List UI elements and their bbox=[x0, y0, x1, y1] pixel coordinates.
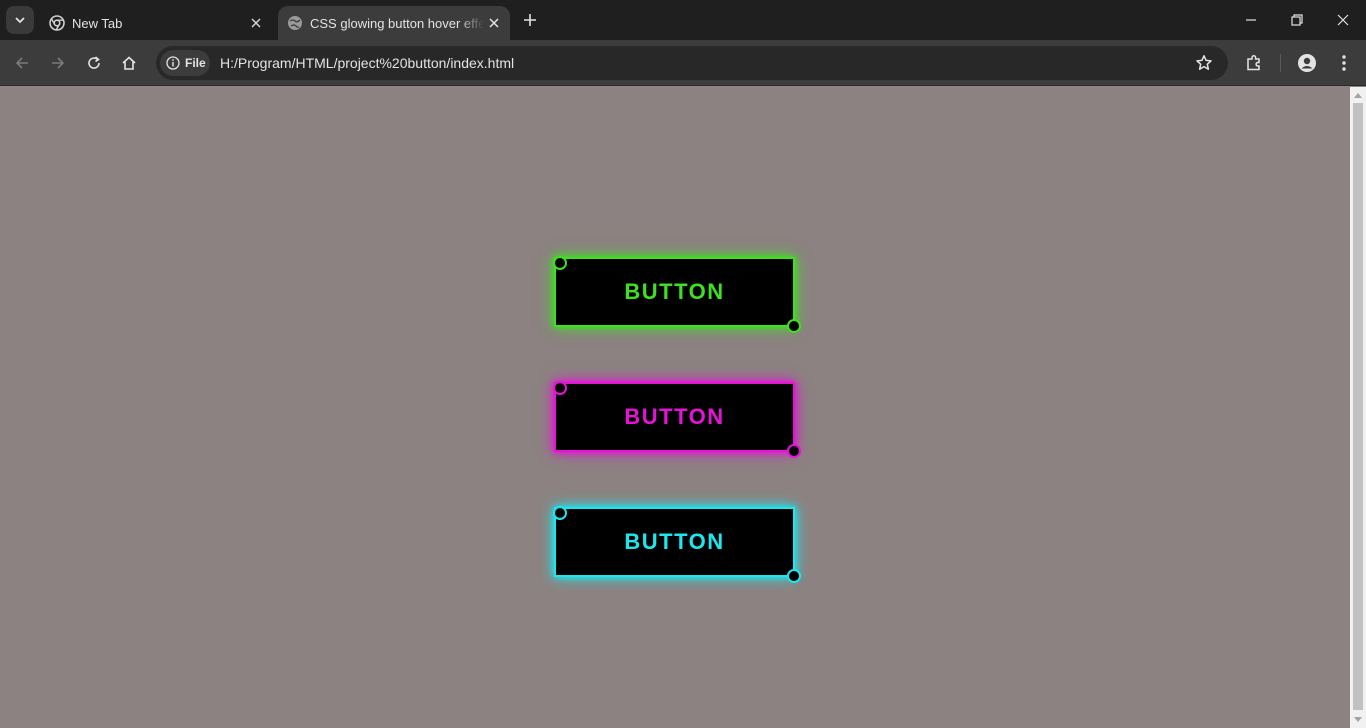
tab-title: CSS glowing button hover effect bbox=[310, 15, 484, 31]
bookmark-star-icon[interactable] bbox=[1194, 53, 1214, 73]
scrollbar-thumb[interactable] bbox=[1353, 103, 1363, 710]
site-info-chip[interactable]: File bbox=[160, 50, 210, 76]
reload-button[interactable] bbox=[80, 49, 108, 77]
browser-toolbar: File H:/Program/HTML/project%20button/in… bbox=[0, 40, 1366, 86]
scroll-down-arrow[interactable] bbox=[1354, 717, 1362, 722]
corner-dot bbox=[553, 381, 567, 395]
minimize-icon bbox=[1246, 19, 1256, 21]
tab-strip: New Tab CSS glowing button hover effect bbox=[0, 0, 1366, 40]
corner-dot bbox=[787, 319, 801, 333]
info-icon bbox=[166, 56, 180, 70]
button-label: BUTTON bbox=[624, 279, 725, 304]
magenta-glow-button[interactable]: BUTTON bbox=[553, 381, 801, 458]
minimize-button[interactable] bbox=[1228, 0, 1274, 40]
arrow-right-icon bbox=[52, 57, 65, 69]
scroll-up-arrow[interactable] bbox=[1354, 93, 1362, 98]
globe-icon bbox=[287, 15, 303, 31]
arrow-left-icon bbox=[15, 57, 28, 69]
plus-icon bbox=[524, 14, 536, 26]
home-icon bbox=[122, 56, 136, 70]
corner-dot bbox=[787, 569, 801, 583]
button-label: BUTTON bbox=[624, 404, 725, 429]
close-tab-icon[interactable] bbox=[484, 13, 504, 33]
green-glow-button[interactable]: BUTTON bbox=[553, 256, 801, 333]
chrome-icon bbox=[49, 15, 65, 31]
chevron-down-icon bbox=[15, 17, 25, 24]
address-bar[interactable]: File H:/Program/HTML/project%20button/in… bbox=[156, 46, 1228, 80]
tab-new-tab[interactable]: New Tab bbox=[40, 6, 272, 40]
forward-button[interactable] bbox=[44, 49, 72, 77]
new-tab-button[interactable] bbox=[518, 8, 542, 32]
profile-button[interactable] bbox=[1293, 49, 1321, 77]
url-text[interactable]: H:/Program/HTML/project%20button/index.h… bbox=[220, 55, 514, 71]
corner-dot bbox=[553, 256, 567, 270]
vertical-scrollbar[interactable] bbox=[1350, 87, 1366, 728]
toolbar-divider bbox=[1280, 54, 1281, 72]
restore-icon bbox=[1291, 14, 1303, 26]
close-window-button[interactable] bbox=[1320, 0, 1366, 40]
site-info-label: File bbox=[185, 56, 206, 70]
home-button[interactable] bbox=[115, 49, 143, 77]
button-label: BUTTON bbox=[624, 529, 725, 554]
tab-title: New Tab bbox=[72, 15, 123, 31]
restore-button[interactable] bbox=[1274, 0, 1320, 40]
extensions-button[interactable] bbox=[1240, 49, 1268, 77]
close-tab-icon[interactable] bbox=[246, 13, 266, 33]
reload-icon bbox=[88, 56, 100, 69]
menu-button[interactable] bbox=[1330, 49, 1358, 77]
puzzle-icon bbox=[1247, 54, 1260, 71]
kebab-menu-icon bbox=[1342, 55, 1346, 71]
page-viewport: BUTTON BUTTON BUTTON bbox=[0, 87, 1350, 728]
tab-search-button[interactable] bbox=[6, 6, 34, 34]
close-icon bbox=[1337, 14, 1349, 26]
avatar-icon bbox=[1298, 54, 1316, 72]
corner-dot bbox=[787, 444, 801, 458]
corner-dot bbox=[553, 506, 567, 520]
cyan-glow-button[interactable]: BUTTON bbox=[553, 506, 801, 583]
tab-css-glowing-button[interactable]: CSS glowing button hover effect bbox=[278, 6, 510, 40]
back-button[interactable] bbox=[8, 49, 36, 77]
